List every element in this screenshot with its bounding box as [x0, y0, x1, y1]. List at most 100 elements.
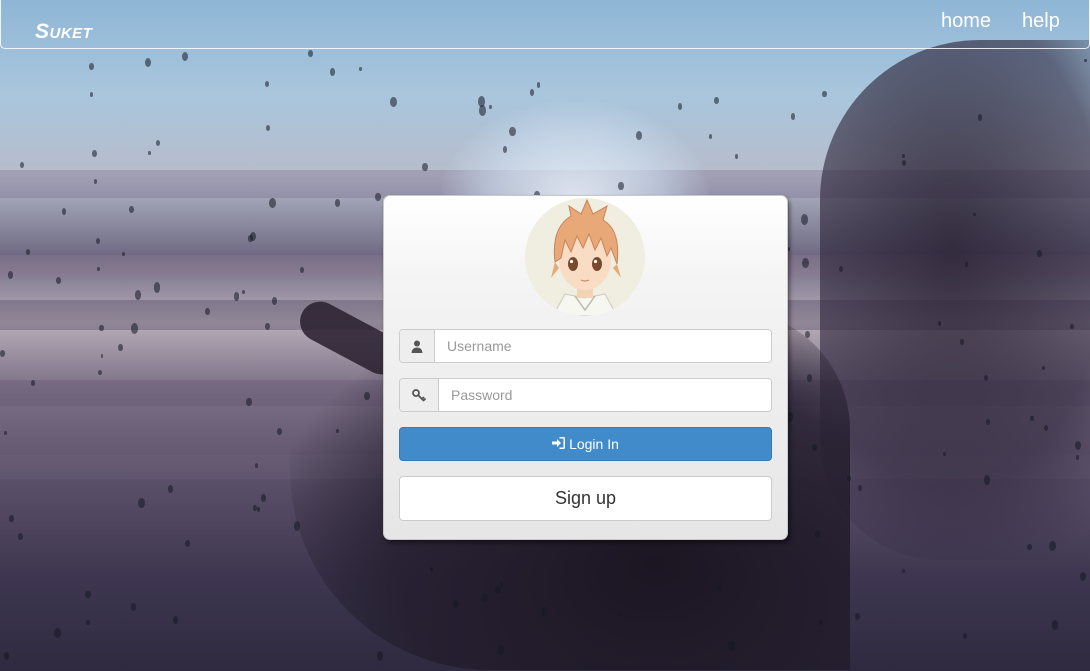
raindrop [735, 153, 739, 159]
raindrop [619, 611, 622, 616]
raindrop [902, 568, 906, 574]
raindrop [390, 97, 397, 108]
raindrop [811, 443, 817, 452]
raindrop [153, 282, 161, 293]
raindrop [901, 153, 905, 158]
raindrop [97, 266, 100, 272]
raindrop [536, 82, 541, 88]
signup-button-label: Sign up [554, 488, 617, 508]
raindrop [0, 349, 5, 357]
raindrop [85, 590, 91, 599]
raindrop [1080, 571, 1087, 581]
raindrop [129, 205, 135, 213]
raindrop [1027, 543, 1032, 551]
anime-avatar-image [551, 198, 621, 316]
raindrop [336, 428, 340, 433]
raindrop [713, 97, 719, 105]
raindrop [963, 633, 968, 640]
nav-link-home[interactable]: home [941, 10, 991, 33]
raindrop [805, 330, 811, 339]
raindrop [943, 452, 946, 457]
raindrop [500, 582, 503, 587]
raindrop [717, 584, 721, 591]
raindrop [1037, 249, 1042, 257]
raindrop [960, 339, 964, 345]
raindrop [131, 323, 139, 334]
raindrop [618, 182, 624, 191]
raindrop [985, 418, 991, 425]
raindrop [807, 374, 812, 382]
raindrop [61, 207, 67, 216]
raindrop [269, 197, 277, 209]
raindrop [9, 515, 14, 522]
raindrop [54, 627, 62, 639]
raindrop [855, 612, 861, 621]
raindrop [4, 431, 7, 436]
username-input[interactable] [435, 330, 771, 362]
raindrop [148, 151, 151, 155]
raindrop [252, 505, 257, 511]
raindrop [790, 113, 796, 121]
person-silhouette [820, 40, 1090, 560]
raindrop [260, 494, 267, 503]
navbar: Suket home help [0, 0, 1090, 49]
raindrop [308, 50, 313, 57]
raindrop [19, 162, 24, 169]
raindrop [374, 192, 381, 202]
signup-button[interactable]: Sign up [399, 476, 772, 521]
raindrop [130, 602, 137, 612]
raindrop [246, 397, 252, 406]
brand-logo[interactable]: Suket [35, 20, 92, 44]
raindrop [233, 292, 240, 301]
raindrop [100, 354, 104, 359]
raindrop [92, 150, 98, 158]
raindrop [31, 380, 36, 386]
username-group [399, 329, 772, 363]
password-group [399, 378, 772, 412]
raindrop [138, 498, 145, 508]
login-panel: Login In Sign up [383, 195, 788, 540]
raindrop [1051, 620, 1059, 630]
raindrop [973, 212, 976, 217]
raindrop [173, 615, 179, 624]
raindrop [858, 485, 862, 491]
raindrop [181, 51, 188, 62]
raindrop [118, 343, 123, 351]
raindrop [167, 484, 174, 494]
raindrop [272, 297, 278, 305]
raindrop [88, 62, 94, 71]
raindrop [98, 369, 102, 375]
raindrop [90, 92, 94, 97]
raindrop [977, 114, 982, 121]
password-input[interactable] [439, 379, 771, 411]
avatar [525, 198, 645, 316]
raindrop [330, 68, 336, 77]
raindrop [495, 586, 501, 595]
raindrop [242, 289, 245, 294]
raindrop [257, 506, 261, 512]
raindrop [509, 126, 516, 137]
raindrop [847, 476, 851, 482]
raindrop [99, 325, 104, 332]
raindrop [822, 91, 827, 98]
raindrop [359, 66, 362, 71]
raindrop [1030, 416, 1034, 421]
raindrop [264, 322, 270, 330]
raindrop [530, 89, 535, 96]
raindrop [18, 533, 23, 541]
raindrop [184, 539, 190, 548]
raindrop [635, 131, 642, 140]
raindrop [277, 428, 282, 436]
raindrop [901, 159, 906, 166]
raindrop [4, 651, 10, 660]
raindrop [248, 235, 253, 242]
nav-link-help[interactable]: help [1022, 10, 1060, 33]
raindrop [266, 125, 271, 131]
sign-in-icon [552, 436, 566, 452]
raindrop [156, 140, 161, 147]
raindrop [264, 81, 269, 88]
key-icon [400, 379, 439, 411]
raindrop [938, 321, 942, 326]
login-button[interactable]: Login In [399, 427, 772, 461]
raindrop [56, 276, 61, 284]
